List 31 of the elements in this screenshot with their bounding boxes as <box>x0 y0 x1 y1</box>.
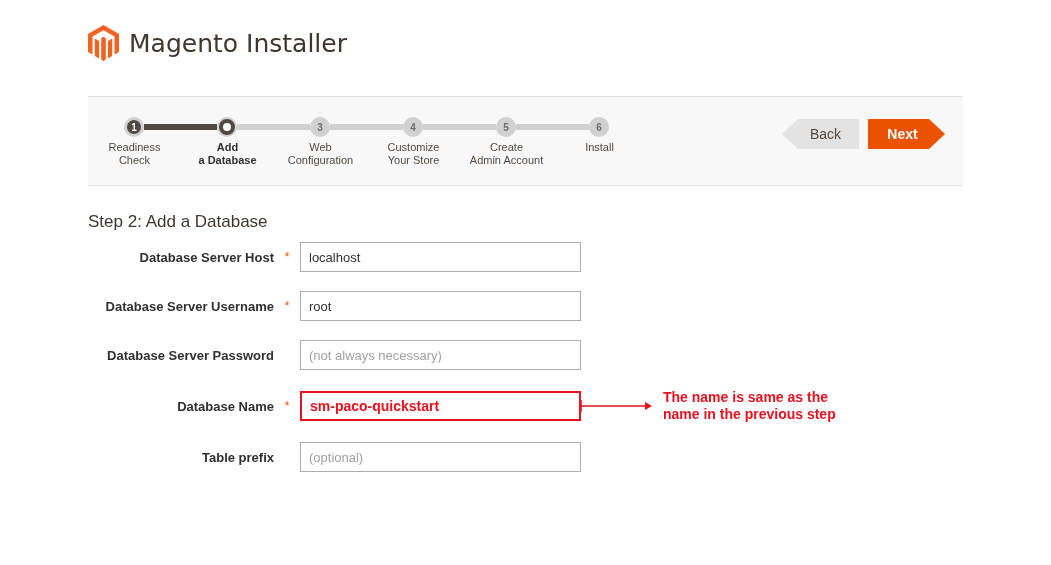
input-field[interactable]: (optional) <box>300 442 581 472</box>
step-label: Create Admin Account <box>469 141 544 167</box>
field-label: Database Name <box>176 398 274 414</box>
required-mark: * <box>283 250 291 264</box>
next-button[interactable]: Next <box>868 119 945 149</box>
input-field[interactable]: sm-paco-quickstart <box>300 391 581 421</box>
logo-icon <box>88 25 119 61</box>
step-label: Add a Database <box>198 141 257 167</box>
step-label: Install <box>585 141 614 155</box>
step-marker: 6 <box>589 117 609 137</box>
input-field[interactable]: localhost <box>300 242 581 272</box>
required-mark: * <box>283 299 291 313</box>
required-mark: * <box>283 399 291 413</box>
step-marker: 4 <box>403 117 423 137</box>
field-label: Database Server Host <box>138 249 274 265</box>
back-button[interactable]: Back <box>782 119 859 149</box>
field-label: Database Server Password <box>106 347 274 363</box>
app-title: Magento Installer <box>129 28 347 58</box>
step-heading: Step 2: Add a Database <box>88 212 269 232</box>
step-label: Web Configuration <box>287 141 354 167</box>
annotation-note: The name is same as the name in the previous step <box>663 389 837 423</box>
step-label: Customize Your Store <box>387 141 440 167</box>
step-marker: 3 <box>310 117 330 137</box>
step-marker: 1 <box>124 117 144 137</box>
input-field[interactable]: (not always necessary) <box>300 340 581 370</box>
field-label: Database Server Username <box>104 298 274 314</box>
step-marker: 5 <box>496 117 516 137</box>
input-field[interactable]: root <box>300 291 581 321</box>
field-label: Table prefix <box>201 449 274 465</box>
step-label: Readiness Check <box>108 141 161 167</box>
arrow-icon <box>581 399 653 413</box>
